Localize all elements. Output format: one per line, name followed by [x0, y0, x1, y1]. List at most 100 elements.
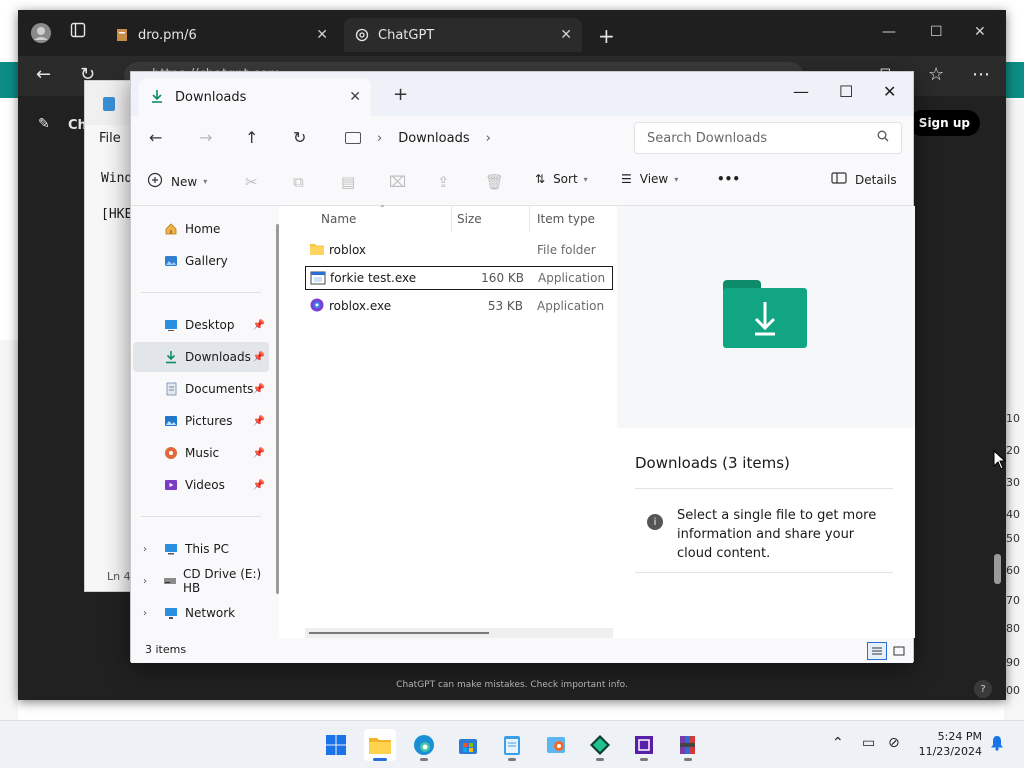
chevron-right-icon[interactable]: ›	[143, 544, 147, 555]
close-tab-icon[interactable]: ✕	[560, 27, 572, 43]
column-header-size[interactable]: Size	[457, 212, 482, 226]
notepad-file-menu[interactable]: File	[99, 131, 121, 146]
archive-app[interactable]	[672, 729, 704, 761]
file-row[interactable]: roblox File folder	[305, 238, 613, 262]
minimize-icon[interactable]: —	[882, 24, 896, 40]
page-scrollbar[interactable]	[992, 106, 1002, 686]
back-icon[interactable]: ←	[36, 64, 51, 85]
browser-tabbar: dro.pm/6 ✕ ChatGPT ✕ + — ☐ ✕	[18, 10, 1006, 56]
notification-bell-icon[interactable]	[990, 735, 1004, 755]
close-tab-icon[interactable]: ✕	[316, 27, 328, 43]
notepad-app[interactable]	[496, 729, 528, 761]
store-app[interactable]	[452, 729, 484, 761]
file-explorer-app[interactable]	[364, 729, 396, 761]
chevron-right-icon[interactable]: ›	[143, 576, 147, 587]
column-divider[interactable]	[529, 206, 530, 232]
nav-item-downloads[interactable]: Downloads 📌	[133, 342, 269, 372]
help-button[interactable]: ?	[974, 680, 992, 698]
pictures-icon	[163, 413, 179, 429]
more-menu-icon[interactable]: ⋯	[972, 64, 990, 85]
preview-area	[617, 206, 915, 428]
file-name: roblox	[329, 243, 367, 257]
purple-chip-app[interactable]	[628, 729, 660, 761]
column-divider[interactable]	[451, 206, 452, 232]
system-clock[interactable]: 5:24 PM 11/23/2024	[916, 729, 982, 759]
green-diamond-app[interactable]	[584, 729, 616, 761]
share-icon[interactable]: ⇪	[437, 173, 450, 191]
paste-icon[interactable]: ▤	[341, 173, 355, 191]
background-number: 00	[1006, 684, 1020, 697]
back-icon[interactable]: ←	[149, 128, 162, 147]
sort-button[interactable]: ⇅ Sort ▾	[535, 172, 588, 186]
nav-item-this-pc[interactable]: › This PC	[133, 534, 269, 564]
cut-icon[interactable]: ✂	[245, 173, 258, 191]
profile-avatar-icon[interactable]	[30, 22, 52, 48]
pin-icon[interactable]: 📌	[253, 384, 265, 395]
nav-item-home[interactable]: Home	[133, 214, 269, 244]
media-app[interactable]	[540, 729, 572, 761]
details-button[interactable]: Details	[831, 172, 897, 187]
nav-item-gallery[interactable]: Gallery	[133, 246, 269, 276]
new-button[interactable]: New ▾	[147, 172, 207, 191]
edge-app[interactable]	[408, 729, 440, 761]
minimize-icon[interactable]: —	[793, 82, 809, 101]
details-view-button[interactable]	[867, 642, 887, 660]
new-tab-icon[interactable]: +	[393, 84, 408, 105]
search-input[interactable]: Search Downloads	[634, 122, 902, 154]
nav-item-videos[interactable]: Videos 📌	[133, 470, 269, 500]
view-button[interactable]: ☰ View ▾	[621, 172, 678, 186]
chevron-up-icon[interactable]: ⌃	[832, 735, 844, 751]
pin-icon[interactable]: 📌	[253, 480, 265, 491]
chevron-right-icon[interactable]: ›	[377, 131, 382, 146]
refresh-icon[interactable]: ↻	[293, 128, 306, 147]
volume-muted-icon[interactable]: ⊘	[888, 735, 900, 751]
new-chat-icon[interactable]: ✎	[38, 116, 50, 132]
scrollbar-thumb[interactable]	[309, 632, 489, 634]
nav-item-label: This PC	[185, 542, 229, 556]
scrollbar-thumb[interactable]	[994, 554, 1001, 584]
pin-icon[interactable]: 📌	[253, 416, 265, 427]
column-header-name[interactable]: Name	[321, 212, 356, 226]
new-tab-icon[interactable]: +	[598, 24, 615, 48]
file-row[interactable]: roblox.exe 53 KB Application	[305, 294, 613, 318]
browser-tab-chatgpt[interactable]: ChatGPT ✕	[344, 18, 582, 52]
navigation-scrollbar[interactable]	[276, 224, 279, 594]
notepad-line: [HKE	[101, 207, 133, 222]
chevron-right-icon[interactable]: ›	[486, 131, 491, 146]
file-row[interactable]: forkie test.exe 160 KB Application	[305, 266, 613, 290]
network-status-icon[interactable]: ▭	[862, 735, 875, 751]
favorites-icon[interactable]: ☆	[928, 64, 944, 85]
start-button[interactable]	[320, 729, 352, 761]
nav-item-network[interactable]: › Network	[133, 598, 269, 628]
chevron-right-icon[interactable]: ›	[143, 608, 147, 619]
horizontal-scrollbar[interactable]	[305, 628, 613, 638]
breadcrumb-downloads[interactable]: Downloads	[398, 131, 469, 146]
up-icon[interactable]: ↑	[245, 128, 258, 147]
more-options-button[interactable]: •••	[717, 172, 740, 186]
column-header-type[interactable]: Item type	[537, 212, 595, 226]
copy-icon[interactable]: ⧉	[293, 173, 304, 191]
close-icon[interactable]: ✕	[883, 82, 896, 101]
nav-item-desktop[interactable]: Desktop 📌	[133, 310, 269, 340]
pin-icon[interactable]: 📌	[253, 448, 265, 459]
nav-item-music[interactable]: Music 📌	[133, 438, 269, 468]
close-icon[interactable]: ✕	[974, 24, 986, 40]
explorer-tab-downloads[interactable]: Downloads ✕	[139, 78, 371, 116]
pin-icon[interactable]: 📌	[253, 352, 265, 363]
nav-item-cd-drive[interactable]: › CD Drive (E:) HB	[133, 566, 269, 596]
rename-icon[interactable]: ⌧	[389, 173, 406, 191]
maximize-icon[interactable]: ☐	[930, 24, 943, 40]
sign-up-button[interactable]: Sign up	[908, 110, 980, 136]
tiles-view-button[interactable]	[889, 642, 909, 660]
nav-item-pictures[interactable]: Pictures 📌	[133, 406, 269, 436]
pin-icon[interactable]: 📌	[253, 320, 265, 331]
tab-actions-icon[interactable]	[70, 22, 86, 42]
command-bar: New ▾ ✂ ⧉ ▤ ⌧ ⇪ 🗑 ⇅ Sort ▾ ☰ View ▾ ••• …	[131, 160, 913, 206]
nav-item-documents[interactable]: Documents 📌	[133, 374, 269, 404]
breadcrumb[interactable]: › Downloads ›	[331, 122, 626, 154]
delete-icon[interactable]: 🗑	[485, 173, 504, 191]
browser-tab-dro[interactable]: dro.pm/6 ✕	[104, 18, 338, 52]
forward-icon[interactable]: →	[199, 128, 212, 147]
close-tab-icon[interactable]: ✕	[349, 89, 361, 105]
maximize-icon[interactable]: ☐	[839, 82, 853, 101]
